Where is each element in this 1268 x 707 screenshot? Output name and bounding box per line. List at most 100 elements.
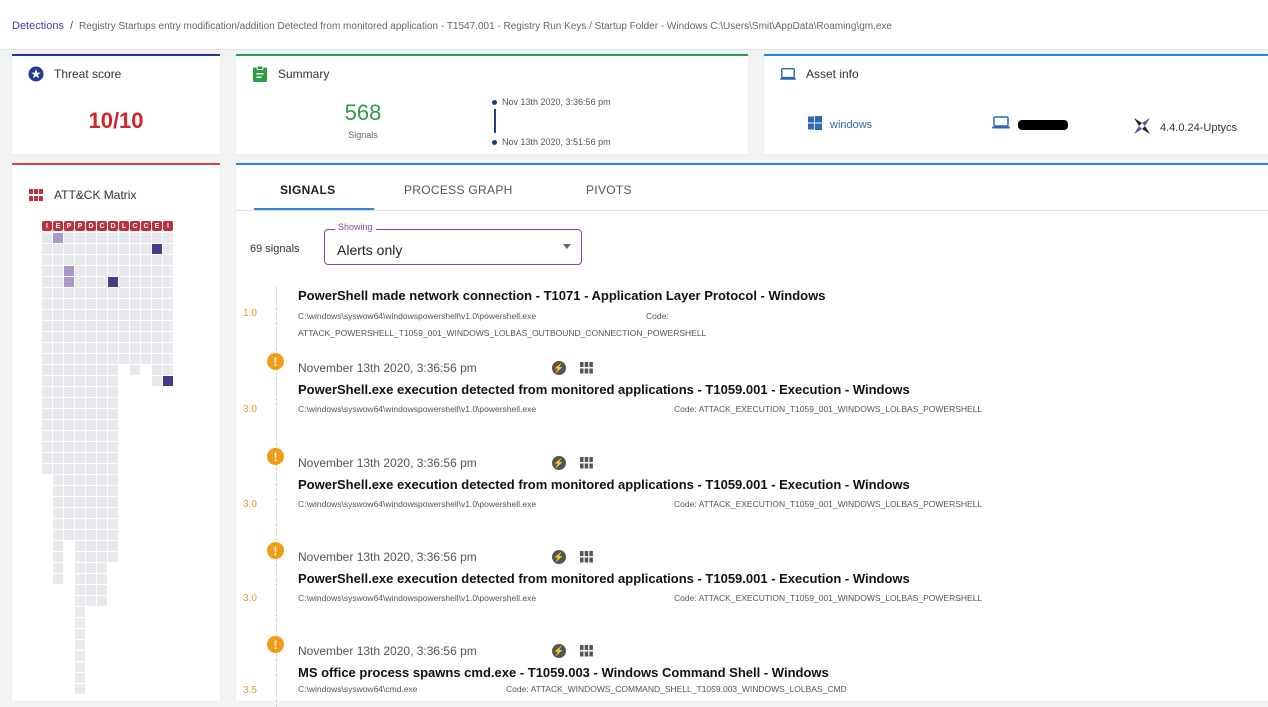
matrix-cell[interactable]	[97, 475, 107, 485]
matrix-cell[interactable]	[163, 321, 173, 331]
matrix-cell[interactable]	[42, 321, 52, 331]
matrix-cell[interactable]	[86, 233, 96, 243]
matrix-cell[interactable]	[108, 288, 118, 298]
tactic-tag[interactable]: L	[119, 221, 129, 231]
matrix-cell[interactable]	[64, 519, 74, 529]
matrix-cell[interactable]	[53, 442, 63, 452]
matrix-cell[interactable]	[97, 508, 107, 518]
matrix-cell[interactable]	[97, 409, 107, 419]
matrix-cell[interactable]	[75, 530, 85, 540]
matrix-cell[interactable]	[75, 607, 85, 617]
matrix-cell[interactable]	[42, 233, 52, 243]
matrix-cell[interactable]	[163, 266, 173, 276]
matrix-cell[interactable]	[53, 266, 63, 276]
matrix-cell[interactable]	[141, 299, 151, 309]
matrix-cell[interactable]	[64, 244, 74, 254]
matrix-cell[interactable]	[97, 288, 107, 298]
matrix-cell[interactable]	[42, 288, 52, 298]
matrix-grid-icon[interactable]	[580, 550, 593, 563]
matrix-cell[interactable]	[130, 321, 140, 331]
matrix-cell[interactable]	[75, 585, 85, 595]
matrix-cell[interactable]	[119, 343, 129, 353]
matrix-cell[interactable]	[97, 365, 107, 375]
matrix-cell[interactable]	[130, 266, 140, 276]
matrix-cell[interactable]	[64, 420, 74, 430]
matrix-cell[interactable]	[86, 409, 96, 419]
matrix-cell[interactable]	[53, 519, 63, 529]
matrix-cell[interactable]	[130, 310, 140, 320]
matrix-cell[interactable]	[75, 453, 85, 463]
matrix-cell[interactable]	[130, 233, 140, 243]
matrix-cell[interactable]	[152, 288, 162, 298]
tactic-tag[interactable]: C	[97, 221, 107, 231]
matrix-cell[interactable]	[97, 541, 107, 551]
matrix-cell[interactable]	[97, 387, 107, 397]
matrix-cell[interactable]	[53, 508, 63, 518]
matrix-cell[interactable]	[119, 299, 129, 309]
matrix-cell[interactable]	[86, 244, 96, 254]
matrix-cell[interactable]	[86, 321, 96, 331]
matrix-cell[interactable]	[108, 277, 118, 287]
matrix-cell[interactable]	[86, 442, 96, 452]
matrix-cell[interactable]	[53, 530, 63, 540]
matrix-cell[interactable]	[141, 277, 151, 287]
matrix-cell[interactable]	[163, 255, 173, 265]
tactic-tag[interactable]: P	[64, 221, 74, 231]
matrix-cell[interactable]	[75, 563, 85, 573]
matrix-cell[interactable]	[141, 288, 151, 298]
matrix-cell[interactable]	[75, 387, 85, 397]
matrix-cell[interactable]	[97, 497, 107, 507]
matrix-cell[interactable]	[97, 431, 107, 441]
matrix-cell[interactable]	[119, 233, 129, 243]
matrix-cell[interactable]	[86, 431, 96, 441]
matrix-cell[interactable]	[86, 310, 96, 320]
matrix-cell[interactable]	[108, 442, 118, 452]
matrix-cell[interactable]	[53, 409, 63, 419]
matrix-cell[interactable]	[97, 464, 107, 474]
matrix-cell[interactable]	[163, 365, 173, 375]
tactic-tag[interactable]: D	[86, 221, 96, 231]
matrix-cell[interactable]	[152, 343, 162, 353]
matrix-cell[interactable]	[64, 387, 74, 397]
matrix-cell[interactable]	[141, 343, 151, 353]
matrix-cell[interactable]	[97, 244, 107, 254]
matrix-cell[interactable]	[108, 475, 118, 485]
matrix-cell[interactable]	[119, 354, 129, 364]
matrix-cell[interactable]	[75, 629, 85, 639]
matrix-cell[interactable]	[42, 365, 52, 375]
matrix-cell[interactable]	[152, 321, 162, 331]
matrix-cell[interactable]	[53, 574, 63, 584]
matrix-cell[interactable]	[42, 277, 52, 287]
tactic-tag[interactable]: D	[108, 221, 118, 231]
matrix-cell[interactable]	[75, 442, 85, 452]
matrix-cell[interactable]	[75, 673, 85, 683]
signal-title[interactable]: PowerShell.exe execution detected from m…	[298, 571, 910, 586]
matrix-cell[interactable]	[108, 354, 118, 364]
matrix-cell[interactable]	[108, 310, 118, 320]
matrix-cell[interactable]	[97, 343, 107, 353]
tactic-tag[interactable]: E	[152, 221, 162, 231]
matrix-cell[interactable]	[53, 486, 63, 496]
matrix-cell[interactable]	[97, 453, 107, 463]
matrix-cell[interactable]	[86, 299, 96, 309]
matrix-cell[interactable]	[108, 552, 118, 562]
matrix-cell[interactable]	[163, 343, 173, 353]
matrix-cell[interactable]	[42, 255, 52, 265]
matrix-cell[interactable]	[97, 442, 107, 452]
matrix-cell[interactable]	[75, 651, 85, 661]
matrix-cell[interactable]	[42, 442, 52, 452]
matrix-grid-icon[interactable]	[580, 361, 593, 374]
matrix-cell[interactable]	[75, 508, 85, 518]
matrix-cell[interactable]	[130, 332, 140, 342]
signal-title[interactable]: PowerShell.exe execution detected from m…	[298, 477, 910, 492]
matrix-cell[interactable]	[53, 244, 63, 254]
matrix-cell[interactable]	[53, 475, 63, 485]
matrix-cell[interactable]	[75, 519, 85, 529]
matrix-cell[interactable]	[75, 376, 85, 386]
matrix-cell[interactable]	[75, 233, 85, 243]
matrix-cell[interactable]	[53, 255, 63, 265]
bolt-icon[interactable]: ⚡	[552, 550, 566, 564]
matrix-cell[interactable]	[141, 332, 151, 342]
tactic-tag[interactable]: I	[163, 221, 173, 231]
matrix-cell[interactable]	[53, 453, 63, 463]
